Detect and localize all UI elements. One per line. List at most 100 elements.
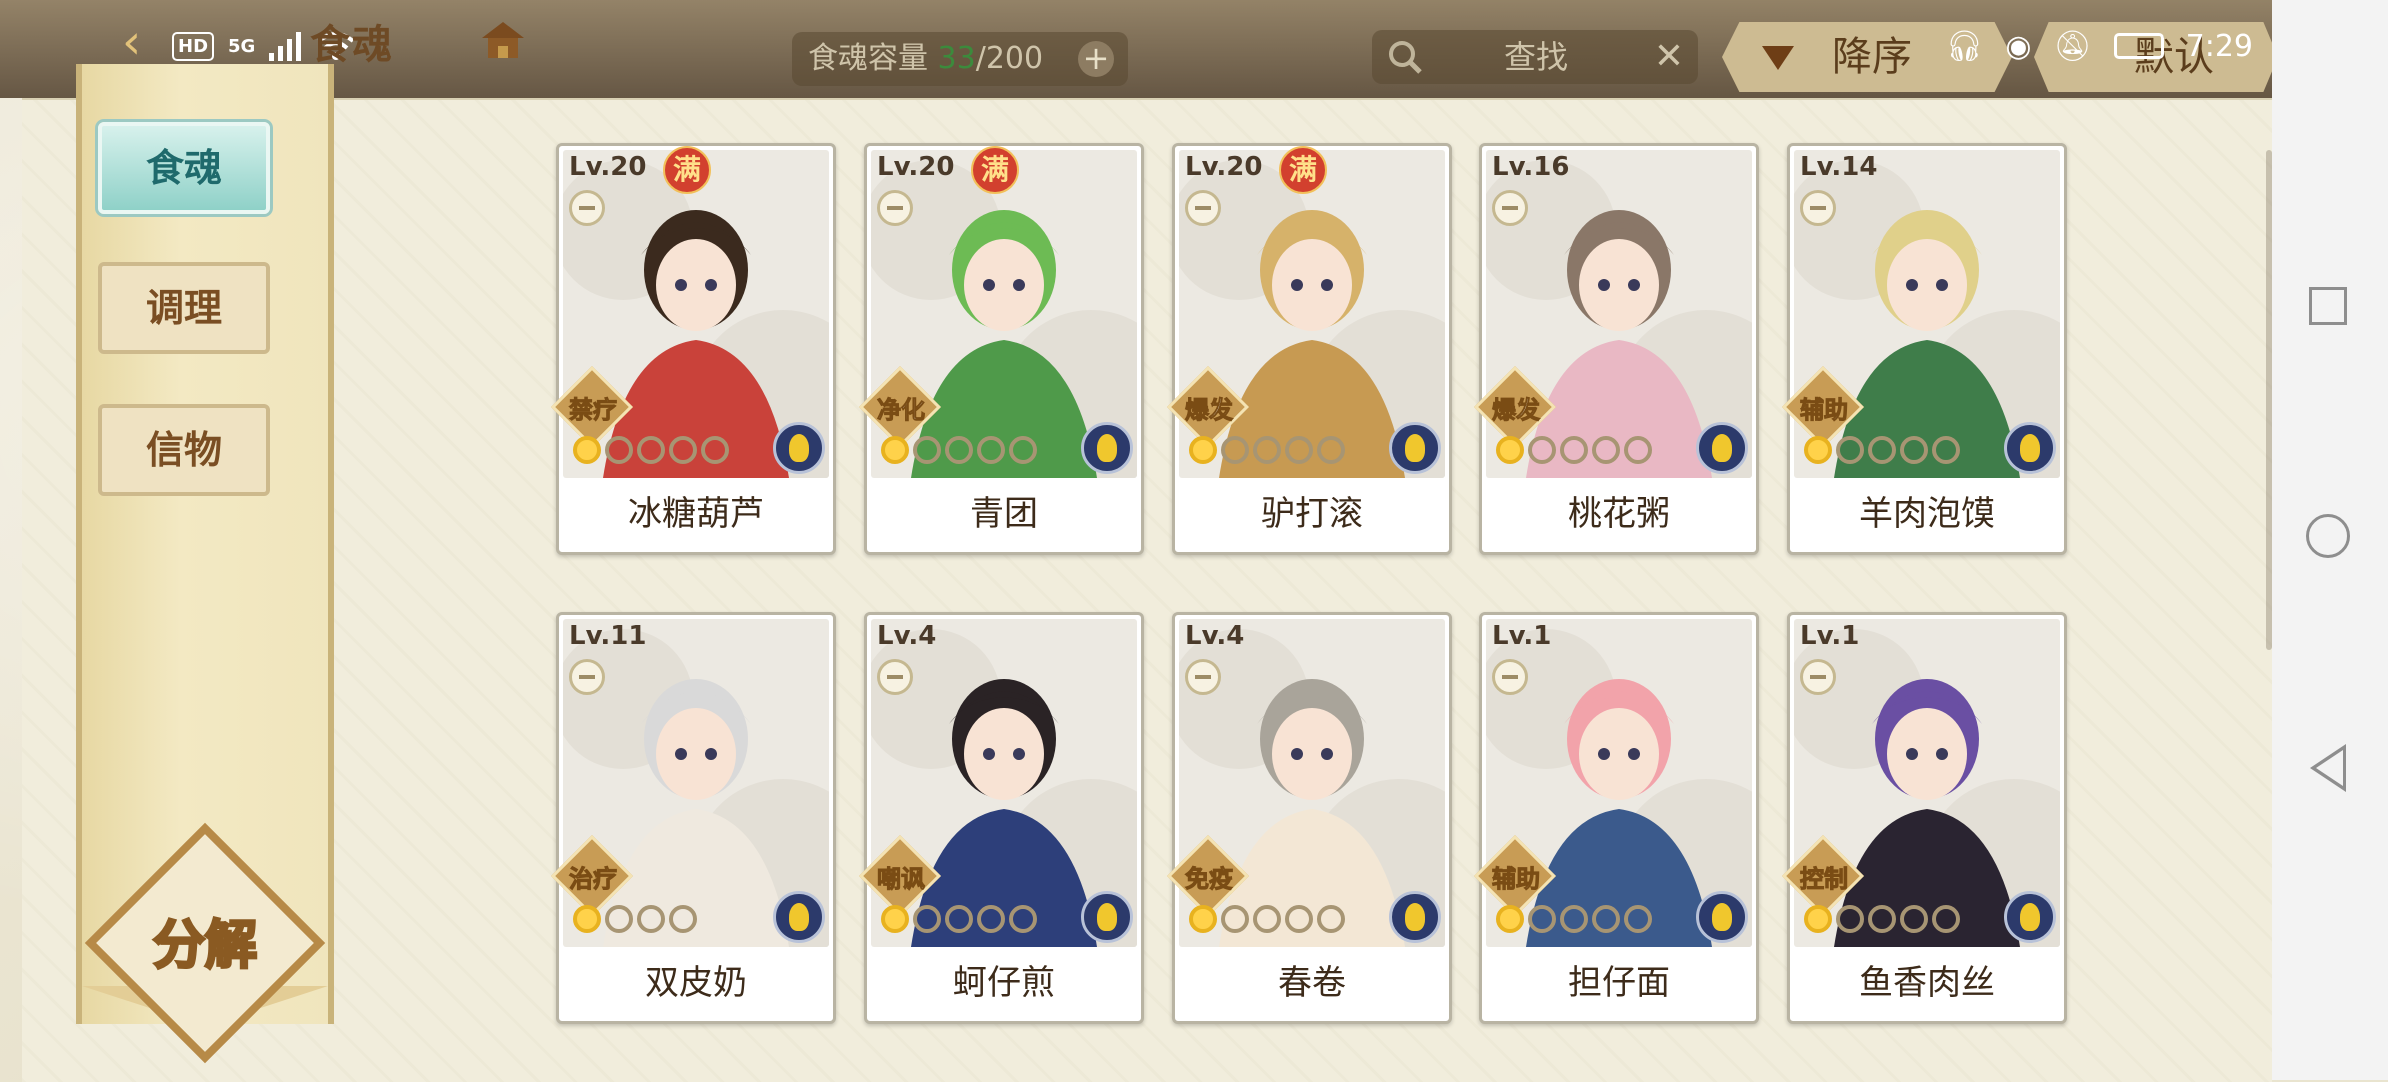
rank-icon xyxy=(1800,659,1836,695)
role-label: 辅助 xyxy=(1800,396,1849,425)
rank-icon xyxy=(569,190,605,226)
capacity-label: 食魂容量 xyxy=(808,41,928,76)
food-soul-card[interactable]: Lv.4 免疫 春卷 xyxy=(1166,612,1452,1024)
star-icon xyxy=(1253,436,1281,464)
food-soul-card[interactable]: Lv.11 治疗 双皮奶 xyxy=(550,612,836,1024)
level-label: Lv.20 xyxy=(1185,152,1263,182)
level-label: Lv.4 xyxy=(877,621,937,651)
character-name: 羊肉泡馍 xyxy=(1859,494,1995,534)
sidebar-tab-keepsakes[interactable]: 信物 xyxy=(98,404,270,496)
food-soul-card[interactable]: Lv.14 辅助羊肉泡馍 xyxy=(1781,143,2067,555)
star-icon xyxy=(1900,436,1928,464)
role-label: 辅助 xyxy=(1492,865,1541,894)
star-icon xyxy=(1009,436,1037,464)
headphones-icon: 🎧︎ xyxy=(1945,28,1984,64)
level-label: Lv.14 xyxy=(1800,152,1878,182)
star-rating xyxy=(1804,905,1960,937)
network-label: 5G xyxy=(228,35,256,57)
clock: 7:29 xyxy=(2185,28,2253,64)
character-name: 双皮奶 xyxy=(645,963,747,1003)
element-emblem-icon xyxy=(1696,891,1748,943)
star-icon xyxy=(1868,905,1896,933)
star-icon xyxy=(1496,905,1524,933)
star-icon xyxy=(1804,905,1832,933)
decompose-label[interactable]: 分解 xyxy=(112,903,298,978)
food-soul-card[interactable]: Lv.20 满净化 青团 xyxy=(858,143,1144,555)
star-icon xyxy=(945,905,973,933)
sort-triangle-icon xyxy=(1762,46,1794,70)
recent-apps-icon[interactable] xyxy=(2309,287,2347,325)
star-icon xyxy=(1285,905,1313,933)
level-label: Lv.20 xyxy=(877,152,955,182)
hd-badge: HD xyxy=(172,31,215,61)
star-icon xyxy=(1189,905,1217,933)
star-icon xyxy=(1836,905,1864,933)
character-name: 春卷 xyxy=(1278,963,1346,1003)
star-icon xyxy=(1560,436,1588,464)
battery-icon xyxy=(2113,33,2164,59)
food-soul-card[interactable]: Lv.16 爆发 桃花粥 xyxy=(1473,143,1759,555)
star-icon xyxy=(669,905,697,933)
star-icon xyxy=(573,905,601,933)
star-icon xyxy=(573,436,601,464)
food-soul-card[interactable]: Lv.1 辅助 担仔面 xyxy=(1473,612,1759,1024)
rank-icon xyxy=(1492,190,1528,226)
role-label: 嘲讽 xyxy=(877,865,926,894)
rank-icon xyxy=(1800,190,1836,226)
star-rating xyxy=(1189,436,1345,468)
capacity-max: /200 xyxy=(975,41,1044,76)
page-title: 食魂 xyxy=(310,22,394,68)
home-icon[interactable] xyxy=(478,16,528,66)
max-level-badge: 满 xyxy=(1279,146,1327,194)
role-label: 治疗 xyxy=(569,865,618,894)
sidebar-tab-food-souls[interactable]: 食魂 xyxy=(98,122,270,214)
capacity-add-button[interactable]: + xyxy=(1078,41,1114,77)
rank-icon xyxy=(877,190,913,226)
star-icon xyxy=(881,436,909,464)
element-emblem-icon xyxy=(1696,422,1748,474)
back-arrow-icon[interactable]: ‹ xyxy=(122,14,178,70)
character-name: 蚵仔煎 xyxy=(953,963,1055,1003)
element-emblem-icon xyxy=(773,422,825,474)
role-label: 控制 xyxy=(1800,865,1849,894)
back-nav-icon[interactable] xyxy=(2310,744,2346,792)
role-label: 爆发 xyxy=(1492,396,1541,425)
star-icon xyxy=(1221,436,1249,464)
star-icon xyxy=(977,436,1005,464)
food-soul-card[interactable]: Lv.4 嘲讽蚵仔煎 xyxy=(858,612,1144,1024)
star-icon xyxy=(1189,436,1217,464)
character-name: 青团 xyxy=(970,494,1038,534)
star-icon xyxy=(1496,436,1524,464)
star-icon xyxy=(913,905,941,933)
star-icon xyxy=(1528,905,1556,933)
max-level-badge: 满 xyxy=(663,146,711,194)
star-rating xyxy=(573,436,729,468)
character-name: 鱼香肉丝 xyxy=(1859,963,1995,1003)
sidebar-tab-conditioning[interactable]: 调理 xyxy=(98,262,270,354)
character-name: 冰糖葫芦 xyxy=(628,494,764,534)
star-icon xyxy=(1317,436,1345,464)
star-rating xyxy=(881,905,1037,937)
status-bar-right: 🎧︎ ◉ 🔕︎ 7:29 xyxy=(1945,26,2253,66)
star-icon xyxy=(1592,905,1620,933)
food-soul-card[interactable]: Lv.20 满爆发 驴打滚 xyxy=(1166,143,1452,555)
clear-search-icon[interactable]: ✕ xyxy=(1654,30,1684,84)
star-icon xyxy=(1624,905,1652,933)
star-icon xyxy=(977,905,1005,933)
search-input[interactable]: 查找 ✕ xyxy=(1372,30,1698,84)
food-soul-card[interactable]: Lv.1 控制 鱼香肉丝 xyxy=(1781,612,2067,1024)
star-icon xyxy=(1900,905,1928,933)
element-emblem-icon xyxy=(1081,422,1133,474)
role-label: 免疫 xyxy=(1185,865,1234,894)
level-label: Lv.16 xyxy=(1492,152,1570,182)
search-placeholder: 查找 xyxy=(1504,38,1569,76)
star-rating xyxy=(1804,436,1960,468)
character-name: 驴打滚 xyxy=(1261,494,1363,534)
food-soul-card[interactable]: Lv.20 满禁疗 冰糖葫芦 xyxy=(550,143,836,555)
home-nav-icon[interactable] xyxy=(2306,514,2350,558)
star-rating xyxy=(881,436,1037,468)
element-emblem-icon xyxy=(1389,422,1441,474)
star-icon xyxy=(605,905,633,933)
signal-icon xyxy=(269,32,302,61)
star-icon xyxy=(1528,436,1556,464)
